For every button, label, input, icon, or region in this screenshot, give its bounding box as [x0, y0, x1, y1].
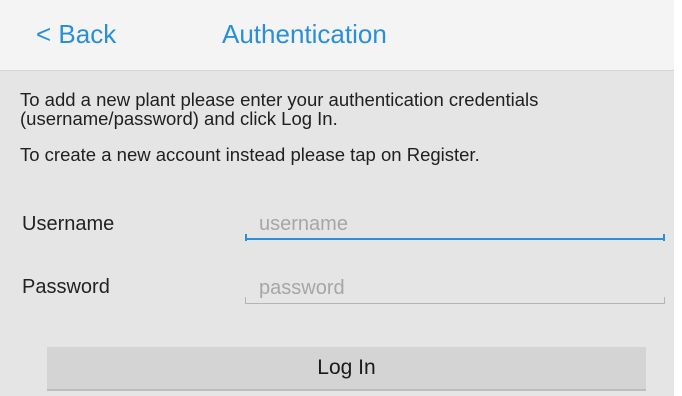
password-label: Password — [22, 276, 110, 298]
username-underline-right-tick — [663, 234, 665, 241]
username-underline-left-tick — [245, 234, 247, 241]
navigation-bar: < Back Authentication — [0, 0, 682, 71]
username-input[interactable] — [245, 210, 665, 240]
back-button[interactable]: < Back — [36, 18, 116, 50]
username-label: Username — [22, 213, 115, 235]
password-underline-right-tick — [664, 297, 665, 303]
instruction-login-text: To add a new plant please enter your aut… — [20, 89, 539, 129]
instruction-register-text: To create a new account instead please t… — [20, 144, 480, 165]
password-underline-left-tick — [245, 297, 246, 303]
page-title: Authentication — [222, 19, 387, 49]
auth-content: To add a new plant please enter your aut… — [0, 71, 682, 396]
right-edge-strip — [674, 0, 682, 396]
password-input[interactable] — [245, 274, 665, 304]
authentication-screen: < Back Authentication To add a new plant… — [0, 0, 682, 396]
login-button[interactable]: Log In — [47, 347, 646, 391]
